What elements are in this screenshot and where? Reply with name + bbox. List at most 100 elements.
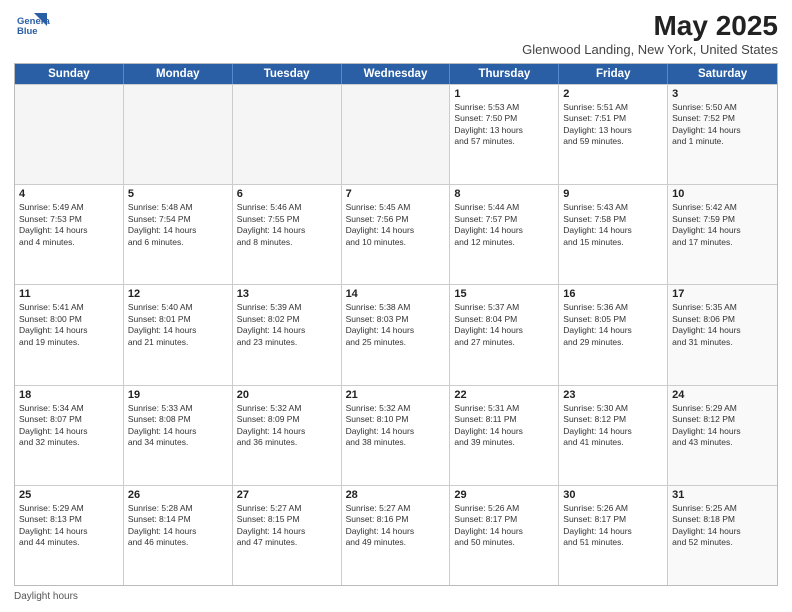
empty-cell-0-2 <box>233 85 342 184</box>
day-detail: Sunrise: 5:40 AM Sunset: 8:01 PM Dayligh… <box>128 302 228 348</box>
day-number: 9 <box>563 188 663 200</box>
day-number: 13 <box>237 288 337 300</box>
day-cell-29: 29 Sunrise: 5:26 AM Sunset: 8:17 PM Dayli… <box>450 486 559 585</box>
day-detail: Sunrise: 5:34 AM Sunset: 8:07 PM Dayligh… <box>19 403 119 449</box>
logo-svg: General Blue <box>14 10 50 46</box>
weekday-header-friday: Friday <box>559 64 668 84</box>
day-cell-14: 14 Sunrise: 5:38 AM Sunset: 8:03 PM Dayli… <box>342 285 451 384</box>
day-cell-31: 31Sunrise: 5:25 AM Sunset: 8:18 PM Dayli… <box>668 486 777 585</box>
weekday-header-saturday: Saturday <box>668 64 777 84</box>
day-number: 1 <box>454 88 554 100</box>
day-number: 25 <box>19 489 119 501</box>
day-number: 2 <box>563 88 663 100</box>
day-cell-27: 27Sunrise: 5:27 AM Sunset: 8:15 PM Dayli… <box>233 486 342 585</box>
day-cell-16: 16 Sunrise: 5:36 AM Sunset: 8:05 PM Dayli… <box>559 285 668 384</box>
day-number: 8 <box>454 188 554 200</box>
day-detail: Sunrise: 5:36 AM Sunset: 8:05 PM Dayligh… <box>563 302 663 348</box>
day-detail: Sunrise: 5:27 AM Sunset: 8:15 PM Dayligh… <box>237 503 337 549</box>
day-detail: Sunrise: 5:27 AM Sunset: 8:16 PM Dayligh… <box>346 503 446 549</box>
day-cell-11: 11 Sunrise: 5:41 AM Sunset: 8:00 PM Dayli… <box>15 285 124 384</box>
day-cell-21: 21 Sunrise: 5:32 AM Sunset: 8:10 PM Dayli… <box>342 386 451 485</box>
day-number: 10 <box>672 188 773 200</box>
day-cell-5: 5 Sunrise: 5:48 AM Sunset: 7:54 PM Daylig… <box>124 185 233 284</box>
day-detail: Sunrise: 5:26 AM Sunset: 8:17 PM Dayligh… <box>563 503 663 549</box>
day-detail: Sunrise: 5:29 AM Sunset: 8:13 PM Dayligh… <box>19 503 119 549</box>
day-number: 21 <box>346 389 446 401</box>
empty-cell-0-0 <box>15 85 124 184</box>
day-number: 29 <box>454 489 554 501</box>
day-number: 18 <box>19 389 119 401</box>
calendar-row-5: 25 Sunrise: 5:29 AM Sunset: 8:13 PM Dayli… <box>15 485 777 585</box>
calendar-body: 1 Sunrise: 5:53 AM Sunset: 7:50 PM Daylig… <box>15 84 777 585</box>
empty-cell-0-1 <box>124 85 233 184</box>
day-detail: Sunrise: 5:38 AM Sunset: 8:03 PM Dayligh… <box>346 302 446 348</box>
day-cell-17: 17 Sunrise: 5:35 AM Sunset: 8:06 PM Dayli… <box>668 285 777 384</box>
day-cell-30: 30 Sunrise: 5:26 AM Sunset: 8:17 PM Dayli… <box>559 486 668 585</box>
day-number: 30 <box>563 489 663 501</box>
day-cell-19: 19Sunrise: 5:33 AM Sunset: 8:08 PM Dayli… <box>124 386 233 485</box>
main-title: May 2025 <box>522 10 778 42</box>
day-detail: Sunrise: 5:50 AM Sunset: 7:52 PM Dayligh… <box>672 102 773 148</box>
day-cell-23: 23 Sunrise: 5:30 AM Sunset: 8:12 PM Dayli… <box>559 386 668 485</box>
day-number: 11 <box>19 288 119 300</box>
day-number: 23 <box>563 389 663 401</box>
day-cell-22: 22 Sunrise: 5:31 AM Sunset: 8:11 PM Dayli… <box>450 386 559 485</box>
day-cell-28: 28 Sunrise: 5:27 AM Sunset: 8:16 PM Dayli… <box>342 486 451 585</box>
day-number: 16 <box>563 288 663 300</box>
footer: Daylight hours <box>14 591 778 602</box>
day-number: 6 <box>237 188 337 200</box>
day-number: 17 <box>672 288 773 300</box>
day-detail: Sunrise: 5:32 AM Sunset: 8:10 PM Dayligh… <box>346 403 446 449</box>
weekday-header-sunday: Sunday <box>15 64 124 84</box>
day-cell-10: 10Sunrise: 5:42 AM Sunset: 7:59 PM Dayli… <box>668 185 777 284</box>
header: General Blue May 2025 Glenwood Landing, … <box>14 10 778 57</box>
weekday-header-thursday: Thursday <box>450 64 559 84</box>
day-number: 31 <box>672 489 773 501</box>
day-detail: Sunrise: 5:37 AM Sunset: 8:04 PM Dayligh… <box>454 302 554 348</box>
day-cell-20: 20 Sunrise: 5:32 AM Sunset: 8:09 PM Dayli… <box>233 386 342 485</box>
day-detail: Sunrise: 5:44 AM Sunset: 7:57 PM Dayligh… <box>454 202 554 248</box>
day-detail: Sunrise: 5:28 AM Sunset: 8:14 PM Dayligh… <box>128 503 228 549</box>
day-number: 3 <box>672 88 773 100</box>
day-number: 28 <box>346 489 446 501</box>
day-detail: Sunrise: 5:46 AM Sunset: 7:55 PM Dayligh… <box>237 202 337 248</box>
day-detail: Sunrise: 5:48 AM Sunset: 7:54 PM Dayligh… <box>128 202 228 248</box>
calendar: SundayMondayTuesdayWednesdayThursdayFrid… <box>14 63 778 586</box>
logo: General Blue <box>14 10 50 46</box>
calendar-row-2: 4Sunrise: 5:49 AM Sunset: 7:53 PM Daylig… <box>15 184 777 284</box>
day-cell-4: 4Sunrise: 5:49 AM Sunset: 7:53 PM Daylig… <box>15 185 124 284</box>
day-cell-18: 18 Sunrise: 5:34 AM Sunset: 8:07 PM Dayli… <box>15 386 124 485</box>
day-detail: Sunrise: 5:31 AM Sunset: 8:11 PM Dayligh… <box>454 403 554 449</box>
svg-text:Blue: Blue <box>17 26 38 37</box>
day-detail: Sunrise: 5:41 AM Sunset: 8:00 PM Dayligh… <box>19 302 119 348</box>
day-number: 26 <box>128 489 228 501</box>
day-number: 5 <box>128 188 228 200</box>
day-detail: Sunrise: 5:39 AM Sunset: 8:02 PM Dayligh… <box>237 302 337 348</box>
page: General Blue May 2025 Glenwood Landing, … <box>0 0 792 612</box>
day-detail: Sunrise: 5:32 AM Sunset: 8:09 PM Dayligh… <box>237 403 337 449</box>
weekday-header-monday: Monday <box>124 64 233 84</box>
day-cell-9: 9 Sunrise: 5:43 AM Sunset: 7:58 PM Daylig… <box>559 185 668 284</box>
day-detail: Sunrise: 5:35 AM Sunset: 8:06 PM Dayligh… <box>672 302 773 348</box>
day-detail: Sunrise: 5:53 AM Sunset: 7:50 PM Dayligh… <box>454 102 554 148</box>
weekday-header-tuesday: Tuesday <box>233 64 342 84</box>
day-detail: Sunrise: 5:30 AM Sunset: 8:12 PM Dayligh… <box>563 403 663 449</box>
day-cell-12: 12Sunrise: 5:40 AM Sunset: 8:01 PM Dayli… <box>124 285 233 384</box>
day-cell-2: 2Sunrise: 5:51 AM Sunset: 7:51 PM Daylig… <box>559 85 668 184</box>
day-number: 7 <box>346 188 446 200</box>
calendar-row-4: 18 Sunrise: 5:34 AM Sunset: 8:07 PM Dayli… <box>15 385 777 485</box>
day-cell-3: 3 Sunrise: 5:50 AM Sunset: 7:52 PM Daylig… <box>668 85 777 184</box>
day-cell-25: 25 Sunrise: 5:29 AM Sunset: 8:13 PM Dayli… <box>15 486 124 585</box>
day-cell-15: 15Sunrise: 5:37 AM Sunset: 8:04 PM Dayli… <box>450 285 559 384</box>
day-detail: Sunrise: 5:43 AM Sunset: 7:58 PM Dayligh… <box>563 202 663 248</box>
day-cell-26: 26 Sunrise: 5:28 AM Sunset: 8:14 PM Dayli… <box>124 486 233 585</box>
day-detail: Sunrise: 5:29 AM Sunset: 8:12 PM Dayligh… <box>672 403 773 449</box>
title-block: May 2025 Glenwood Landing, New York, Uni… <box>522 10 778 57</box>
day-detail: Sunrise: 5:49 AM Sunset: 7:53 PM Dayligh… <box>19 202 119 248</box>
day-number: 22 <box>454 389 554 401</box>
day-number: 20 <box>237 389 337 401</box>
day-detail: Sunrise: 5:26 AM Sunset: 8:17 PM Dayligh… <box>454 503 554 549</box>
calendar-row-1: 1 Sunrise: 5:53 AM Sunset: 7:50 PM Daylig… <box>15 84 777 184</box>
weekday-header-wednesday: Wednesday <box>342 64 451 84</box>
day-number: 14 <box>346 288 446 300</box>
